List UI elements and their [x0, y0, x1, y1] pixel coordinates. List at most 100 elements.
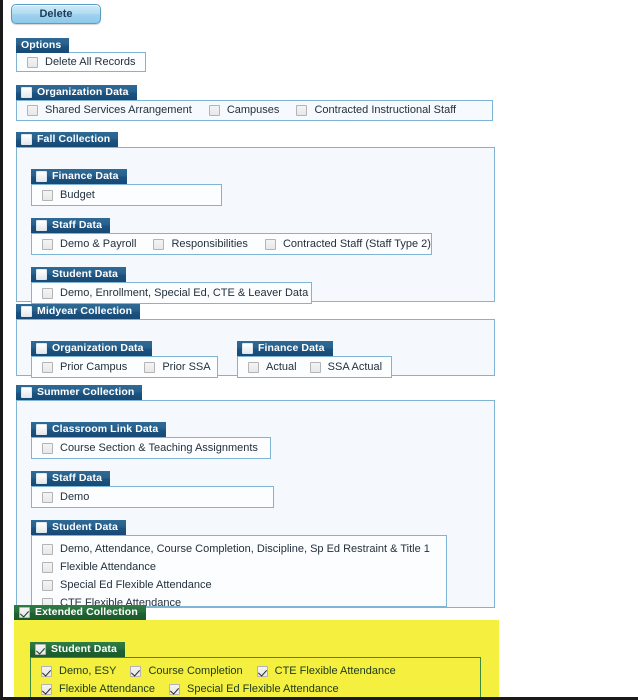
option-ext-cte-flexible-attendance[interactable]: CTE Flexible Attendance [256, 665, 396, 677]
group-summer-student-data-header[interactable]: Student Data [31, 520, 126, 535]
checkbox-ext-flexible-attendance[interactable] [41, 683, 52, 695]
checkbox-prior-campus[interactable] [42, 361, 53, 373]
option-shared-services-arrangement[interactable]: Shared Services Arrangement [27, 104, 192, 116]
checkbox-fall-staff-data[interactable] [36, 220, 47, 231]
checkbox-ext-course-completion[interactable] [130, 665, 142, 677]
option-course-section-teaching-assignments[interactable]: Course Section & Teaching Assignments [42, 442, 258, 454]
checkbox-fall-responsibilities[interactable] [153, 238, 165, 250]
section-midyear-collection-header[interactable]: Midyear Collection [16, 304, 141, 319]
label-summer-demo-attendance: Demo, Attendance, Course Completion, Dis… [60, 543, 430, 555]
option-fall-contracted-staff[interactable]: Contracted Staff (Staff Type 2) [264, 238, 431, 250]
checkbox-extended-student-data[interactable] [35, 644, 46, 655]
checkbox-fall-contracted-staff[interactable] [264, 238, 276, 250]
list-item: Flexible Attendance [42, 558, 446, 576]
checkbox-organization-data[interactable] [21, 87, 32, 98]
checkbox-fall-budget[interactable] [42, 189, 53, 201]
option-summer-demo-attendance[interactable]: Demo, Attendance, Course Completion, Dis… [42, 543, 430, 555]
checkbox-extended-collection[interactable] [19, 607, 30, 618]
checkbox-midyear-collection[interactable] [21, 306, 32, 317]
label-ext-flexible-attendance: Flexible Attendance [59, 683, 156, 695]
option-ext-flexible-attendance[interactable]: Flexible Attendance [41, 683, 155, 695]
option-fall-budget[interactable]: Budget [42, 189, 95, 201]
option-prior-ssa[interactable]: Prior SSA [144, 361, 211, 373]
label-campuses: Campuses [226, 104, 280, 116]
page-content: Delete Options Delete All Records Organi… [6, 0, 638, 697]
group-summer-staff-data-title: Staff Data [52, 472, 103, 484]
checkbox-midyear-finance-data[interactable] [242, 343, 253, 354]
option-fall-demo-payroll[interactable]: Demo & Payroll [42, 238, 136, 250]
checkbox-contracted-instructional-staff[interactable] [296, 104, 308, 116]
delete-button[interactable]: Delete [11, 4, 101, 24]
option-ssa-actual[interactable]: SSA Actual [309, 361, 382, 373]
group-extended-student-data-header[interactable]: Student Data [30, 642, 125, 657]
option-delete-all-records[interactable]: Delete All Records [27, 56, 136, 68]
checkbox-summer-flexible-attendance[interactable] [42, 561, 53, 573]
checkbox-ext-cte-flexible-attendance[interactable] [256, 665, 268, 677]
checkbox-summer-classroom-link-data[interactable] [36, 424, 47, 435]
label-ext-course-completion: Course Completion [148, 665, 243, 677]
option-ext-demo-esy[interactable]: Demo, ESY [41, 665, 116, 677]
group-fall-student-data: Student Data Demo, Enrollment, Special E… [31, 267, 312, 304]
section-fall-collection-header[interactable]: Fall Collection [16, 132, 119, 147]
group-midyear-finance-data-body: Actual SSA Actual [237, 356, 392, 378]
section-summer-collection-header[interactable]: Summer Collection [16, 385, 143, 400]
section-fall-collection: Fall Collection Finance Data Budget Staf… [16, 132, 495, 304]
option-contracted-instructional-staff[interactable]: Contracted Instructional Staff [296, 104, 456, 116]
checkbox-midyear-organization-data[interactable] [36, 343, 47, 354]
group-fall-finance-data-header[interactable]: Finance Data [31, 169, 127, 184]
section-summer-collection-body: Classroom Link Data Course Section & Tea… [16, 400, 495, 609]
option-fall-responsibilities[interactable]: Responsibilities [153, 238, 248, 250]
toolbar: Delete [11, 4, 101, 24]
option-summer-flexible-attendance[interactable]: Flexible Attendance [42, 561, 156, 573]
section-extended-collection-header[interactable]: Extended Collection [14, 605, 146, 620]
label-ext-demo-esy: Demo, ESY [59, 665, 117, 677]
option-summer-demo[interactable]: Demo [42, 491, 89, 503]
checkbox-actual[interactable] [248, 361, 259, 373]
checkbox-fall-demo-payroll[interactable] [42, 238, 53, 250]
label-summer-special-ed-flexible-attendance: Special Ed Flexible Attendance [60, 579, 212, 591]
option-ext-special-ed-flexible-attendance[interactable]: Special Ed Flexible Attendance [169, 683, 339, 695]
section-organization-data-header[interactable]: Organization Data [16, 85, 137, 100]
option-summer-special-ed-flexible-attendance[interactable]: Special Ed Flexible Attendance [42, 579, 212, 591]
group-fall-student-data-body: Demo, Enrollment, Special Ed, CTE & Leav… [31, 282, 312, 304]
checkbox-course-section-teaching-assignments[interactable] [42, 442, 53, 454]
checkbox-fall-student-demo-enrollment[interactable] [42, 287, 53, 299]
checkbox-fall-collection[interactable] [21, 134, 32, 145]
section-organization-data: Organization Data Shared Services Arrang… [16, 85, 493, 121]
group-summer-classroom-link-data-header[interactable]: Classroom Link Data [31, 422, 167, 437]
group-summer-staff-data-header[interactable]: Staff Data [31, 471, 111, 486]
checkbox-summer-student-data[interactable] [36, 522, 47, 533]
checkbox-summer-collection[interactable] [21, 387, 32, 398]
checkbox-fall-finance-data[interactable] [36, 171, 47, 182]
section-options-title: Options [21, 39, 62, 51]
option-prior-campus[interactable]: Prior Campus [42, 361, 127, 373]
group-summer-student-data-body: Demo, Attendance, Course Completion, Dis… [31, 535, 447, 609]
checkbox-summer-demo-attendance[interactable] [42, 543, 53, 555]
option-fall-student-demo-enrollment[interactable]: Demo, Enrollment, Special Ed, CTE & Leav… [42, 287, 308, 299]
checkbox-prior-ssa[interactable] [144, 361, 156, 373]
group-midyear-organization-data-title: Organization Data [52, 342, 144, 354]
checkbox-ext-demo-esy[interactable] [41, 665, 52, 677]
section-organization-data-title: Organization Data [37, 86, 129, 98]
section-midyear-collection-title: Midyear Collection [37, 305, 133, 317]
group-summer-student-data-title: Student Data [52, 521, 118, 533]
checkbox-summer-special-ed-flexible-attendance[interactable] [42, 579, 53, 591]
group-fall-staff-data-header[interactable]: Staff Data [31, 218, 111, 233]
option-ext-course-completion[interactable]: Course Completion [130, 665, 243, 677]
group-midyear-finance-data-header[interactable]: Finance Data [237, 341, 333, 356]
option-actual[interactable]: Actual [248, 361, 297, 373]
checkbox-delete-all-records[interactable] [27, 56, 38, 68]
checkbox-campuses[interactable] [208, 104, 220, 116]
checkbox-summer-staff-data[interactable] [36, 473, 47, 484]
group-midyear-organization-data-header[interactable]: Organization Data [31, 341, 152, 356]
option-campuses[interactable]: Campuses [208, 104, 280, 116]
checkbox-ssa-actual[interactable] [309, 361, 321, 373]
section-midyear-collection: Midyear Collection Organization Data Pri… [16, 304, 495, 378]
checkbox-shared-services-arrangement[interactable] [27, 104, 38, 116]
list-item: Demo, ESY Course Completion CTE Flexible… [41, 662, 480, 680]
checkbox-ext-special-ed-flexible-attendance[interactable] [169, 683, 181, 695]
checkbox-summer-demo[interactable] [42, 491, 53, 503]
group-midyear-finance-data: Finance Data Actual SSA Actual [237, 341, 392, 378]
checkbox-fall-student-data[interactable] [36, 269, 47, 280]
group-fall-student-data-header[interactable]: Student Data [31, 267, 126, 282]
